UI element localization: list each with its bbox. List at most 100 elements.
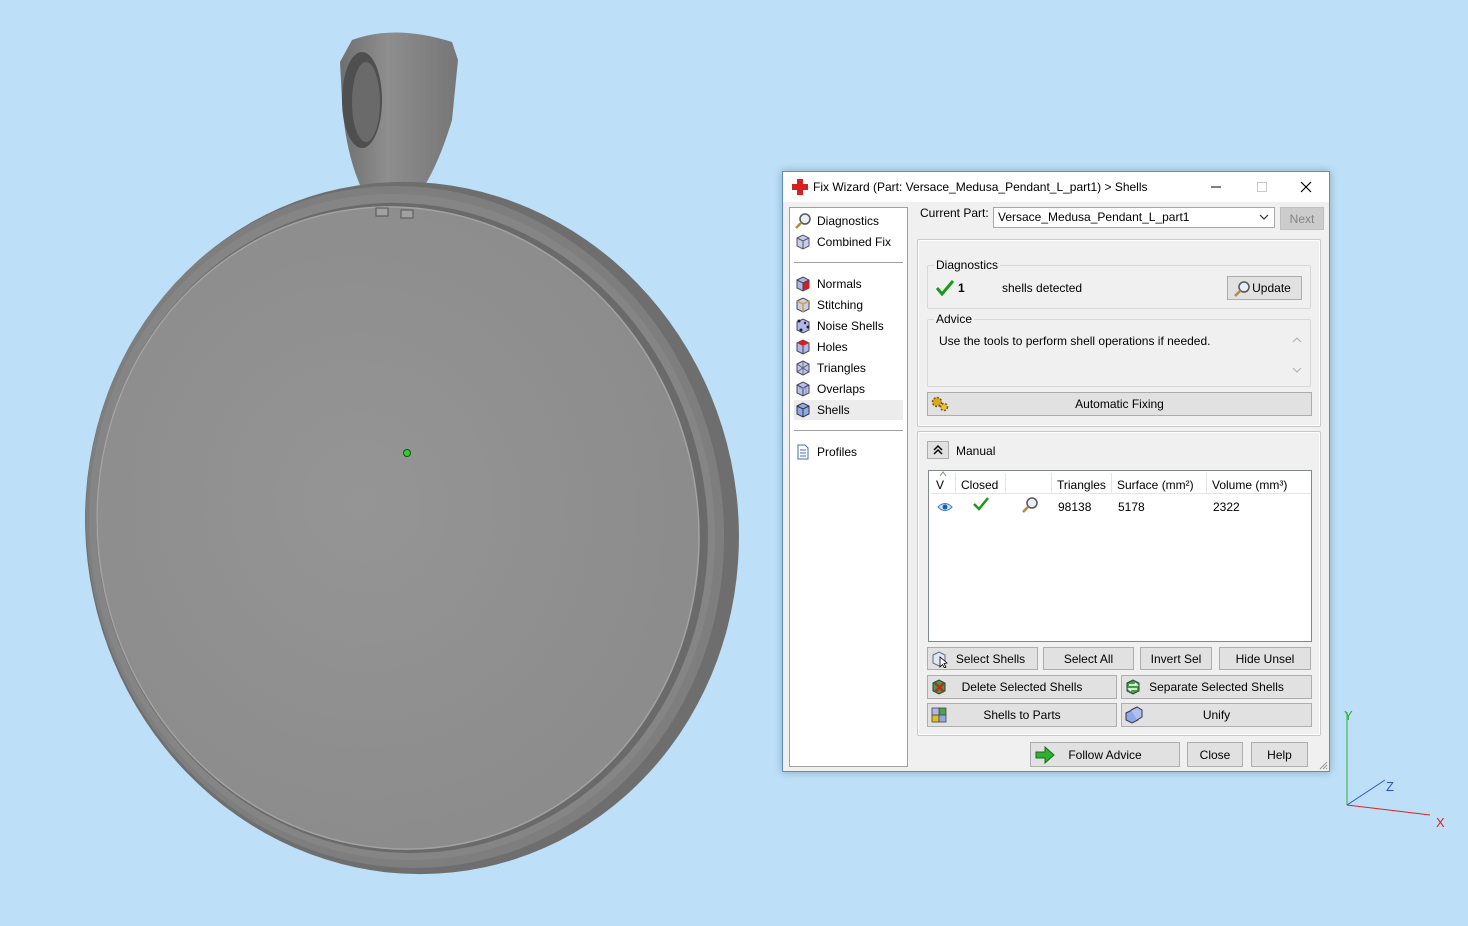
nav-label: Overlaps [817, 382, 866, 396]
overlaps-cube-icon [796, 381, 810, 397]
center-marker [403, 449, 411, 457]
nav-label: Holes [817, 340, 848, 354]
title-bar[interactable]: Fix Wizard (Part: Versace_Medusa_Pendant… [783, 172, 1329, 202]
red-cross-icon [792, 179, 808, 195]
shells-table[interactable]: V Closed Triangles Surface (mm²) Volume … [928, 470, 1312, 642]
resize-grip-icon[interactable] [1318, 760, 1328, 770]
close-button[interactable]: Close [1187, 742, 1243, 767]
maximize-button[interactable] [1239, 172, 1285, 202]
nav-label: Stitching [817, 298, 864, 312]
green-check-icon [936, 280, 954, 296]
window-title: Fix Wizard (Part: Versace_Medusa_Pendant… [813, 180, 1148, 194]
column-header-triangles[interactable]: Triangles [1052, 473, 1112, 494]
wizard-navigation: Diagnostics Combined Fix Normals Stitchi… [789, 207, 908, 767]
y-axis-label: Y [1344, 708, 1353, 723]
nav-label: Normals [817, 277, 862, 291]
cube-icon [796, 234, 810, 250]
pendant-model[interactable] [21, 32, 803, 926]
nav-item-shells[interactable]: Shells [794, 400, 903, 420]
maximize-icon [1257, 182, 1267, 192]
fix-wizard-dialog: Fix Wizard (Part: Versace_Medusa_Pendant… [782, 171, 1330, 772]
nav-label: Noise Shells [817, 319, 884, 333]
green-arrow-right-icon [1035, 746, 1055, 764]
nav-label: Profiles [817, 445, 858, 459]
nav-label: Combined Fix [817, 235, 892, 249]
nav-item-profiles[interactable]: Profiles [794, 442, 903, 462]
z-axis-line [1346, 779, 1386, 806]
stitching-cube-icon [796, 297, 810, 313]
pendant-face [97, 206, 699, 850]
eye-icon[interactable] [937, 498, 953, 516]
holes-cube-icon [796, 339, 810, 355]
nav-item-overlaps[interactable]: Overlaps [794, 379, 903, 399]
x-axis-label: X [1436, 815, 1445, 830]
hide-unselected-button[interactable]: Hide Unsel [1219, 647, 1311, 670]
invert-selection-button[interactable]: Invert Sel [1140, 647, 1212, 670]
separate-shells-icon [1126, 679, 1140, 695]
shells-to-parts-button[interactable]: Shells to Parts [927, 703, 1117, 727]
collapse-manual-button[interactable] [927, 441, 949, 459]
noise-shells-icon [796, 318, 810, 334]
x-axis-line [1346, 804, 1431, 816]
column-header-volume[interactable]: Volume (mm³) [1207, 473, 1311, 494]
normals-cube-icon [796, 276, 810, 292]
select-shells-icon [932, 651, 948, 668]
nav-item-stitching[interactable]: Stitching [794, 295, 903, 315]
advice-label: Advice [934, 312, 975, 326]
column-header-closed[interactable]: Closed [956, 473, 1006, 494]
scroll-down-icon[interactable] [1292, 366, 1302, 374]
nav-item-diagnostics[interactable]: Diagnostics [794, 211, 903, 231]
current-part-label: Current Part: [920, 206, 989, 220]
follow-advice-button[interactable]: Follow Advice [1030, 742, 1180, 767]
row-triangles: 98138 [1058, 500, 1092, 514]
close-window-button[interactable] [1283, 172, 1329, 202]
document-icon [797, 444, 809, 460]
magnifier-icon [1234, 281, 1250, 297]
column-header-surface[interactable]: Surface (mm²) [1112, 473, 1207, 494]
select-all-button[interactable]: Select All [1043, 647, 1134, 670]
column-header-blank[interactable] [1006, 473, 1052, 494]
current-part-dropdown[interactable]: Versace_Medusa_Pendant_L_part1 [993, 207, 1275, 228]
help-button[interactable]: Help [1251, 742, 1308, 767]
shells-to-parts-icon [931, 707, 947, 723]
automatic-fixing-label: Automatic Fixing [1075, 397, 1164, 411]
delete-selected-shells-button[interactable]: Delete Selected Shells [927, 675, 1117, 699]
nav-item-triangles[interactable]: Triangles [794, 358, 903, 378]
delete-shells-icon [932, 679, 946, 695]
separate-selected-shells-button[interactable]: Separate Selected Shells [1121, 675, 1312, 699]
axis-triad: Y X Z [1344, 708, 1445, 830]
scroll-up-icon[interactable] [1292, 336, 1302, 344]
minimize-button[interactable] [1193, 172, 1239, 202]
update-button[interactable]: Update [1227, 276, 1302, 300]
magnifier-icon[interactable] [1021, 496, 1039, 514]
nav-item-holes[interactable]: Holes [794, 337, 903, 357]
next-button[interactable]: Next [1280, 207, 1324, 230]
nav-label: Shells [817, 403, 850, 417]
nav-item-normals[interactable]: Normals [794, 274, 903, 294]
minimize-icon [1211, 186, 1221, 188]
gears-icon [931, 396, 949, 412]
unify-icon [1125, 706, 1143, 724]
manual-label: Manual [956, 444, 996, 458]
row-volume: 2322 [1213, 500, 1240, 514]
shell-count: 1 [958, 281, 965, 295]
green-check-icon [973, 497, 989, 511]
nav-label: Diagnostics [817, 214, 880, 228]
unify-button[interactable]: Unify [1121, 703, 1312, 727]
sort-arrow-icon [939, 471, 947, 477]
shells-detected-text: shells detected [1002, 281, 1083, 295]
nav-item-combined-fix[interactable]: Combined Fix [794, 232, 903, 252]
diagnostics-panel: Diagnostics 1 shells detected Update Adv… [917, 239, 1321, 427]
select-shells-button[interactable]: Select Shells [927, 647, 1038, 670]
automatic-fixing-button[interactable]: Automatic Fixing [927, 392, 1312, 416]
row-surface: 5178 [1118, 500, 1145, 514]
nav-label: Triangles [817, 361, 866, 375]
update-label: Update [1252, 281, 1291, 295]
z-axis-label: Z [1386, 779, 1394, 794]
diagnostics-label: Diagnostics [934, 258, 1001, 272]
nav-item-noise-shells[interactable]: Noise Shells [794, 316, 903, 336]
close-icon [1300, 181, 1312, 193]
advice-group: Advice Use the tools to perform shell op… [927, 312, 1311, 387]
chevron-down-icon [1259, 214, 1269, 220]
double-chevron-up-icon [933, 444, 943, 455]
